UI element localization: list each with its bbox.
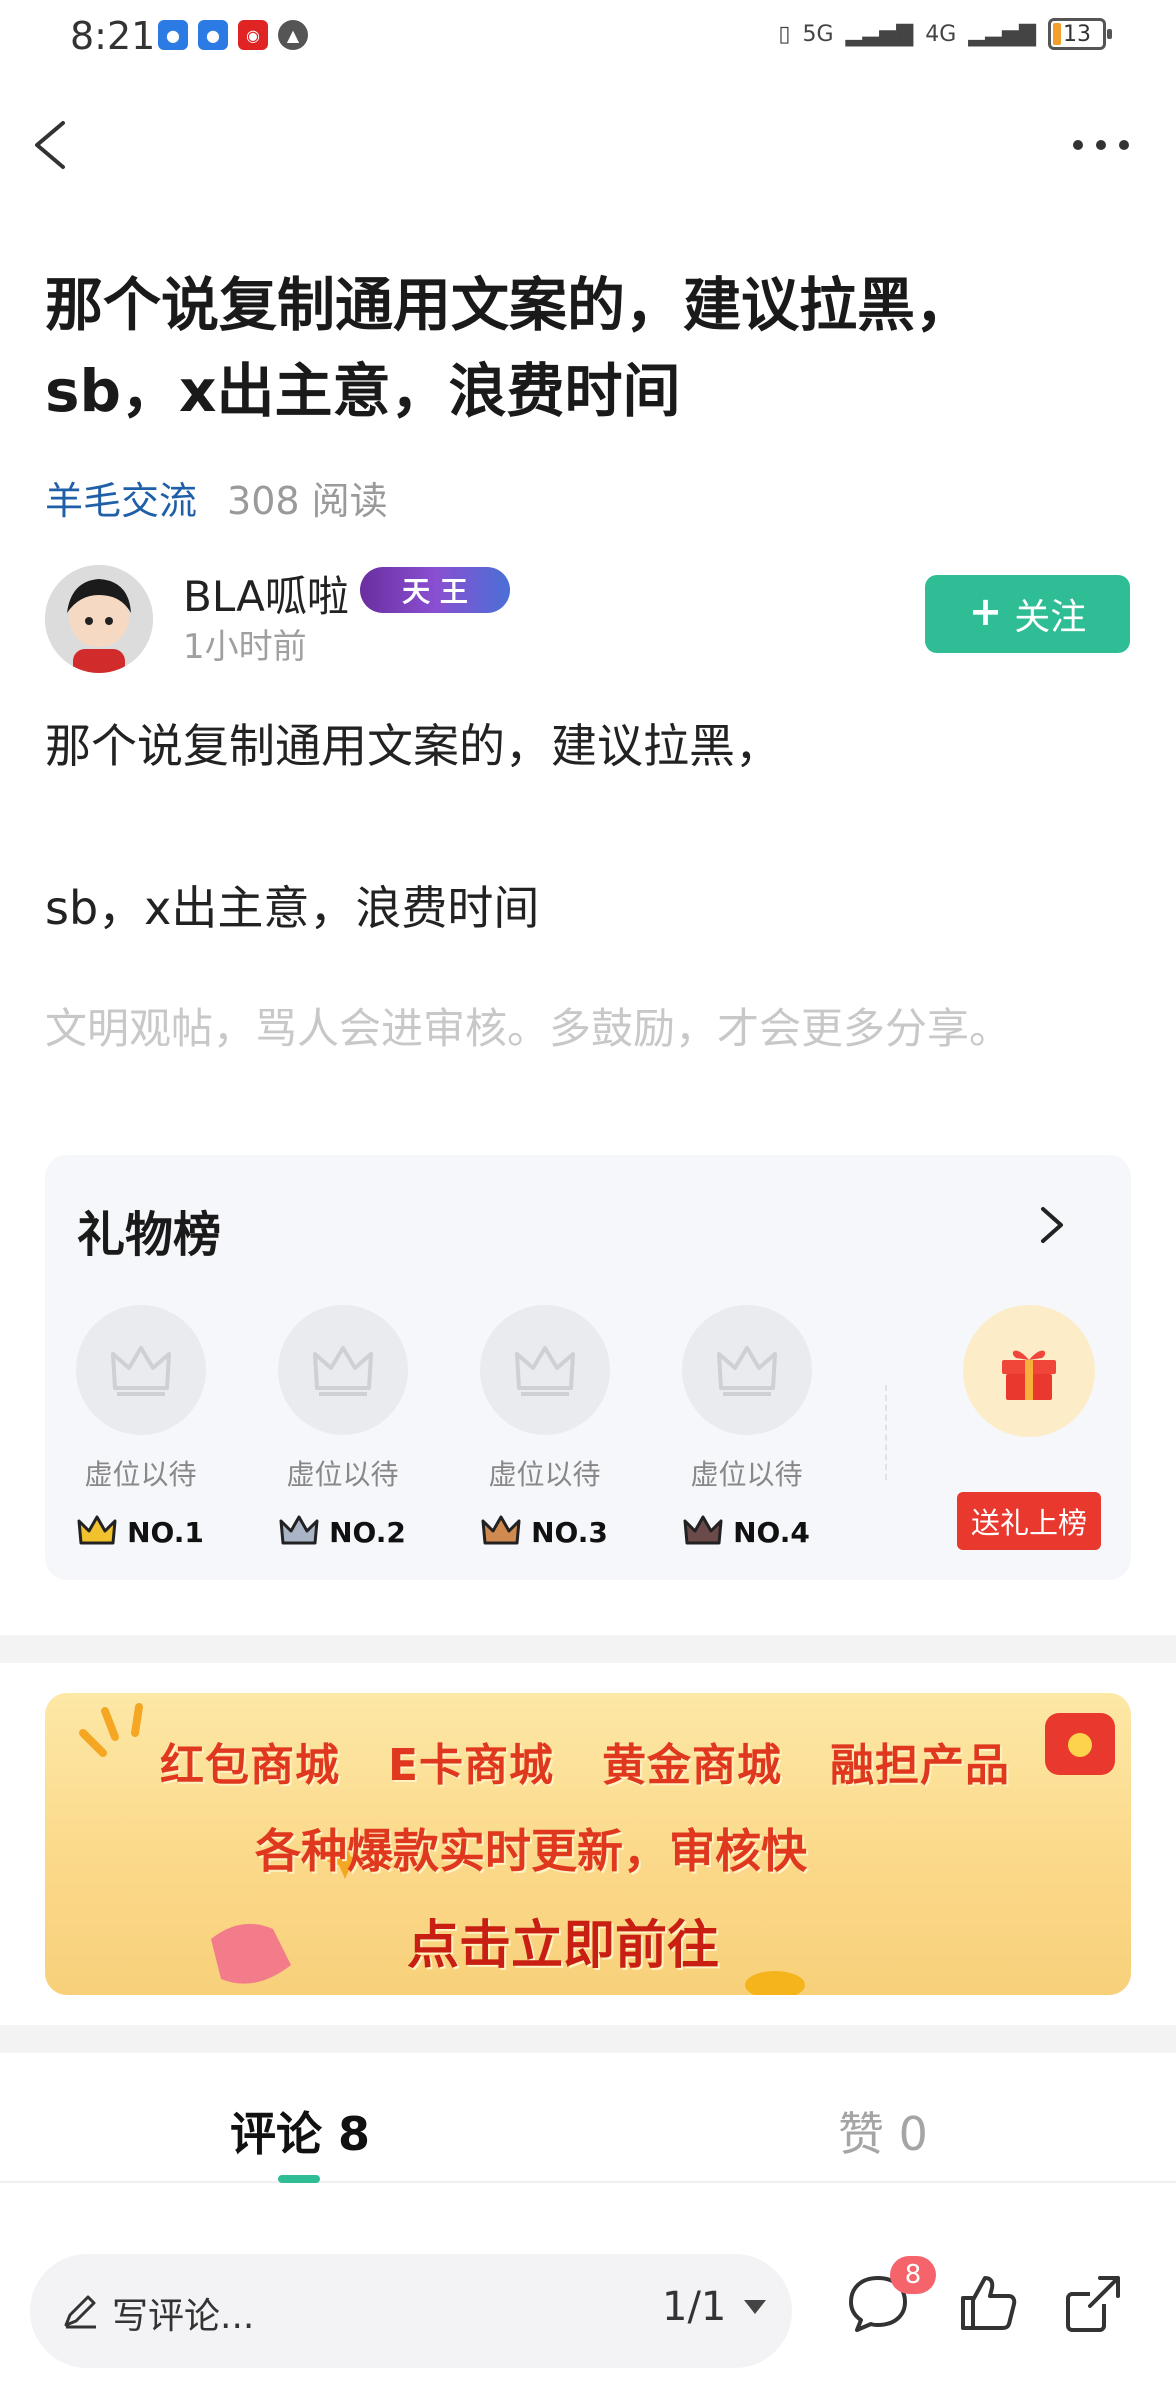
comment-placeholder: 写评论... bbox=[112, 2296, 255, 2337]
banner-cta: 点击立即前往 bbox=[407, 1916, 720, 1976]
slot-label: 虚位以待 bbox=[488, 1458, 601, 1491]
page-selector[interactable]: 1/1 bbox=[662, 2284, 768, 2330]
post-time: 1小时前 bbox=[183, 627, 307, 667]
tab-comments[interactable]: 评论 8 bbox=[230, 2098, 370, 2164]
follow-label: 关注 bbox=[1014, 597, 1087, 638]
crown-gold-icon bbox=[77, 1515, 117, 1545]
gift-board-more-button[interactable] bbox=[1031, 1203, 1071, 1247]
slot-label: 虚位以待 bbox=[690, 1458, 803, 1491]
share-icon[interactable] bbox=[1060, 2270, 1126, 2336]
chevron-left-icon bbox=[35, 121, 65, 169]
signal-5g-icon: 5G bbox=[802, 21, 834, 47]
gift-slot[interactable]: 虚位以待 NO.4 bbox=[679, 1305, 814, 1549]
gift-slot[interactable]: 虚位以待 NO.1 bbox=[73, 1305, 208, 1549]
rank-label: NO.2 bbox=[329, 1515, 406, 1549]
banner-item: 红包商城 bbox=[160, 1740, 340, 1791]
empty-slot-circle bbox=[277, 1305, 408, 1435]
comment-count-badge: 8 bbox=[890, 2256, 936, 2294]
empty-slot-circle bbox=[75, 1305, 206, 1435]
chevron-right-icon bbox=[1041, 1207, 1063, 1243]
app-notification-icon: ● bbox=[198, 20, 228, 50]
divider bbox=[885, 1385, 887, 1480]
status-time: 8:21 bbox=[70, 14, 156, 58]
tab-likes[interactable]: 赞 0 bbox=[838, 2098, 928, 2164]
crown-outline-icon bbox=[514, 1346, 575, 1396]
banner-items: 红包商城 E卡商城 黄金商城 融担产品 bbox=[160, 1729, 1010, 1793]
signal-4g-icon: 4G bbox=[925, 21, 957, 47]
gift-board: 礼物榜 虚位以待 NO.1 虚位以待 NO.2 虚位以待 NO.3 虚位以待 N… bbox=[45, 1155, 1131, 1580]
comment-input[interactable]: 写评论... 1/1 bbox=[30, 2254, 792, 2368]
status-indicators: ▯ 5G ▂▃▅▇ 4G ▂▃▅▇ 13 bbox=[778, 18, 1112, 50]
promo-banner[interactable]: 红包商城 E卡商城 黄金商城 融担产品 各种爆款实时更新，审核快 点击立即前往 bbox=[45, 1693, 1131, 1995]
back-button[interactable] bbox=[25, 115, 85, 175]
page-indicator: 1/1 bbox=[662, 2284, 727, 2330]
more-dots-icon bbox=[1073, 140, 1129, 150]
read-count: 308 阅读 bbox=[227, 479, 388, 523]
status-bar: 8:21 ● ● ◉ ▲ ▯ 5G ▂▃▅▇ 4G ▂▃▅▇ 13 bbox=[0, 0, 1176, 70]
crown-outline-icon bbox=[312, 1346, 373, 1396]
avatar-image bbox=[45, 565, 153, 673]
author-row: BLA呱啦 天 王 1小时前 + 关注 bbox=[45, 563, 1130, 673]
plus-icon: + bbox=[968, 589, 1003, 635]
post-meta: 羊毛交流 308 阅读 bbox=[45, 470, 388, 525]
gift-icon bbox=[1002, 1350, 1056, 1400]
post-title: 那个说复制通用文案的，建议拉黑， sb，x出主意，浪费时间 bbox=[45, 271, 974, 425]
crown-bronze-icon bbox=[481, 1515, 521, 1545]
thumbs-up-icon[interactable] bbox=[955, 2270, 1021, 2336]
rank-label: NO.3 bbox=[531, 1515, 608, 1549]
follow-button[interactable]: + 关注 bbox=[925, 575, 1130, 653]
section-separator bbox=[0, 1635, 1176, 1663]
slot-rank: NO.2 bbox=[275, 1515, 410, 1549]
send-gift-button[interactable]: 送礼上榜 bbox=[957, 1492, 1101, 1550]
gift-slot[interactable]: 虚位以待 NO.3 bbox=[477, 1305, 612, 1549]
slot-rank: NO.4 bbox=[679, 1515, 814, 1549]
crown-outline-icon bbox=[110, 1346, 171, 1396]
caret-down-icon bbox=[744, 2300, 767, 2314]
battery-level: 13 bbox=[1063, 21, 1091, 47]
banner-subtitle: 各种爆款实时更新，审核快 bbox=[255, 1824, 807, 1878]
author-badge: 天 王 bbox=[360, 567, 510, 613]
signal-bars-icon: ▂▃▅▇ bbox=[845, 21, 914, 47]
nav-bar bbox=[0, 95, 1176, 195]
avatar[interactable] bbox=[45, 565, 153, 673]
app-notification-icon: ◉ bbox=[238, 20, 268, 50]
slot-label: 虚位以待 bbox=[84, 1458, 197, 1491]
comment-tabs: 评论 8 赞 0 bbox=[0, 2053, 1176, 2183]
slot-label: 虚位以待 bbox=[286, 1458, 399, 1491]
active-tab-indicator bbox=[278, 2175, 320, 2183]
pen-icon bbox=[64, 2295, 96, 2329]
gift-slot[interactable]: 虚位以待 NO.2 bbox=[275, 1305, 410, 1549]
section-separator bbox=[0, 2025, 1176, 2053]
banner-item: E卡商城 bbox=[388, 1740, 555, 1791]
status-app-icons: ● ● ◉ ▲ bbox=[158, 20, 308, 50]
battery-icon: 13 bbox=[1048, 18, 1112, 50]
crown-dark-icon bbox=[683, 1515, 723, 1545]
app-notification-icon: ▲ bbox=[278, 20, 308, 50]
rank-label: NO.1 bbox=[127, 1515, 204, 1549]
post-body-line: sb，x出主意，浪费时间 bbox=[45, 881, 540, 935]
banner-item: 黄金商城 bbox=[602, 1740, 783, 1791]
author-name[interactable]: BLA呱啦 bbox=[183, 563, 349, 624]
bottom-action-bar: 写评论... 1/1 8 bbox=[0, 2222, 1176, 2400]
category-link[interactable]: 羊毛交流 bbox=[45, 470, 197, 525]
crown-silver-icon bbox=[279, 1515, 319, 1545]
slot-rank: NO.1 bbox=[73, 1515, 208, 1549]
empty-slot-circle bbox=[681, 1305, 812, 1435]
gift-box-button[interactable] bbox=[963, 1305, 1095, 1437]
empty-slot-circle bbox=[479, 1305, 610, 1435]
vibrate-icon: ▯ bbox=[778, 21, 791, 47]
post-body-line: 那个说复制通用文案的，建议拉黑， bbox=[45, 719, 781, 773]
civility-hint: 文明观帖，骂人会进审核。多鼓励，才会更多分享。 bbox=[45, 1004, 1012, 1053]
banner-item: 融担产品 bbox=[830, 1740, 1011, 1791]
slot-rank: NO.3 bbox=[477, 1515, 612, 1549]
app-notification-icon: ● bbox=[158, 20, 188, 50]
signal-bars-icon: ▂▃▅▇ bbox=[968, 21, 1036, 47]
rank-label: NO.4 bbox=[733, 1515, 810, 1549]
crown-outline-icon bbox=[716, 1346, 777, 1396]
gift-board-title: 礼物榜 bbox=[77, 1207, 222, 1263]
more-button[interactable] bbox=[1066, 125, 1136, 165]
